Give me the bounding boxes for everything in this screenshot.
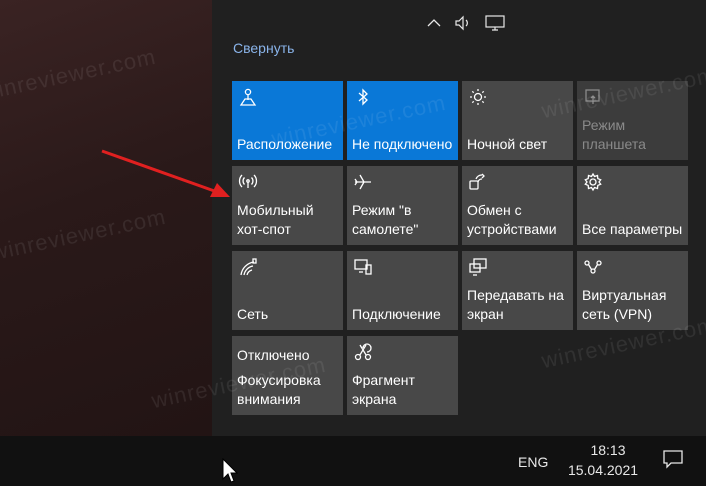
tile-label: Ночной свет	[467, 136, 548, 152]
brightness-icon	[468, 87, 488, 107]
tile-airplane-mode[interactable]: Режим "в самолете"	[347, 166, 458, 245]
connect-icon	[353, 257, 373, 277]
tile-screen-snip[interactable]: Фрагмент экрана	[347, 336, 458, 415]
hotspot-icon	[238, 172, 258, 192]
tile-label: Виртуальная сеть (VPN)	[582, 287, 667, 322]
tile-label: Режим планшета	[582, 117, 646, 152]
clock-date[interactable]: 15.04.2021	[562, 462, 644, 478]
tile-label: Мобильный хот-спот	[237, 202, 314, 237]
tile-all-settings[interactable]: Все параметры	[577, 166, 688, 245]
notification-center-button[interactable]	[640, 436, 706, 486]
tile-label: Не подключено	[352, 136, 453, 152]
volume-icon[interactable]	[452, 11, 476, 35]
tile-label: Фрагмент экрана	[352, 372, 415, 407]
tile-label: Обмен с устройствами	[467, 202, 557, 237]
share-icon	[468, 172, 488, 192]
tile-label: Все параметры	[582, 221, 683, 237]
bluetooth-icon	[353, 87, 373, 107]
tile-project[interactable]: Передавать на экран	[462, 251, 573, 330]
project-icon	[468, 257, 488, 277]
vpn-icon	[583, 257, 603, 277]
tile-mobile-hotspot[interactable]: Мобильный хот-спот	[232, 166, 343, 245]
language-indicator[interactable]: ENG	[518, 454, 548, 470]
tile-label: Сеть	[237, 306, 269, 322]
mouse-cursor-icon	[222, 458, 238, 483]
network-status-icon[interactable]	[482, 11, 508, 35]
tile-nearby-sharing[interactable]: Обмен с устройствами	[462, 166, 573, 245]
airplane-icon	[353, 172, 373, 192]
snip-icon	[353, 342, 373, 362]
collapse-link[interactable]: Свернуть	[233, 40, 294, 56]
location-icon	[238, 87, 258, 107]
clock-time[interactable]: 18:13	[580, 442, 636, 458]
chevron-up-icon[interactable]	[424, 11, 444, 35]
notification-icon	[662, 449, 684, 474]
tile-label: Подключение	[352, 306, 441, 322]
gear-icon	[583, 172, 603, 192]
annotation-arrow	[101, 149, 230, 197]
tile-network[interactable]: Сеть	[232, 251, 343, 330]
tile-label: Передавать на экран	[467, 287, 564, 322]
network-icon	[238, 257, 258, 277]
tile-label: Режим "в самолете"	[352, 202, 419, 237]
tile-vpn[interactable]: Виртуальная сеть (VPN)	[577, 251, 688, 330]
tile-connect[interactable]: Подключение	[347, 251, 458, 330]
